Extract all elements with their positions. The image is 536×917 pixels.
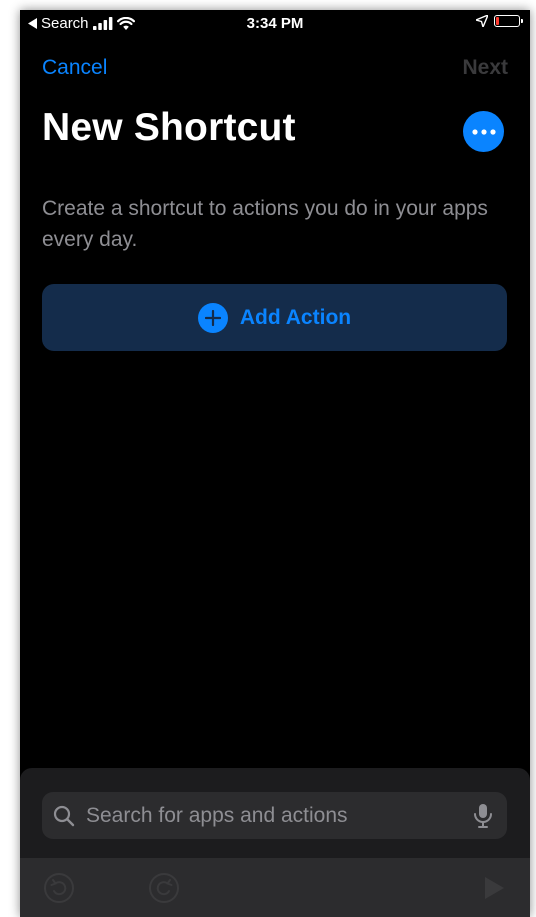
status-time: 3:34 PM bbox=[246, 15, 304, 32]
action-search-panel bbox=[20, 768, 530, 917]
location-arrow-icon bbox=[476, 15, 488, 27]
redo-icon[interactable] bbox=[148, 872, 180, 904]
microphone-icon[interactable] bbox=[471, 803, 495, 829]
search-field[interactable] bbox=[42, 792, 507, 839]
phone-screen: Search 3:34 PM Cancel Next New Shortcut bbox=[20, 10, 530, 917]
plus-circle-icon bbox=[197, 302, 228, 333]
status-bar: Search 3:34 PM bbox=[20, 10, 530, 38]
more-options-button[interactable] bbox=[463, 111, 504, 152]
battery-icon bbox=[494, 15, 523, 27]
play-icon[interactable] bbox=[477, 872, 509, 904]
shortcut-description: Create a shortcut to actions you do in y… bbox=[42, 197, 488, 251]
cancel-button[interactable]: Cancel bbox=[42, 56, 107, 80]
page-title: New Shortcut bbox=[42, 106, 296, 149]
ellipsis-icon bbox=[471, 128, 496, 135]
search-icon bbox=[53, 805, 75, 826]
undo-icon[interactable] bbox=[43, 872, 75, 904]
add-action-label: Add Action bbox=[239, 305, 352, 329]
battery-level-low bbox=[496, 17, 499, 25]
editor-toolbar bbox=[20, 858, 530, 917]
search-input[interactable] bbox=[84, 802, 471, 829]
add-action-button[interactable]: Add Action bbox=[42, 284, 507, 351]
status-right-indicators bbox=[476, 15, 523, 27]
next-button[interactable]: Next bbox=[462, 56, 508, 80]
